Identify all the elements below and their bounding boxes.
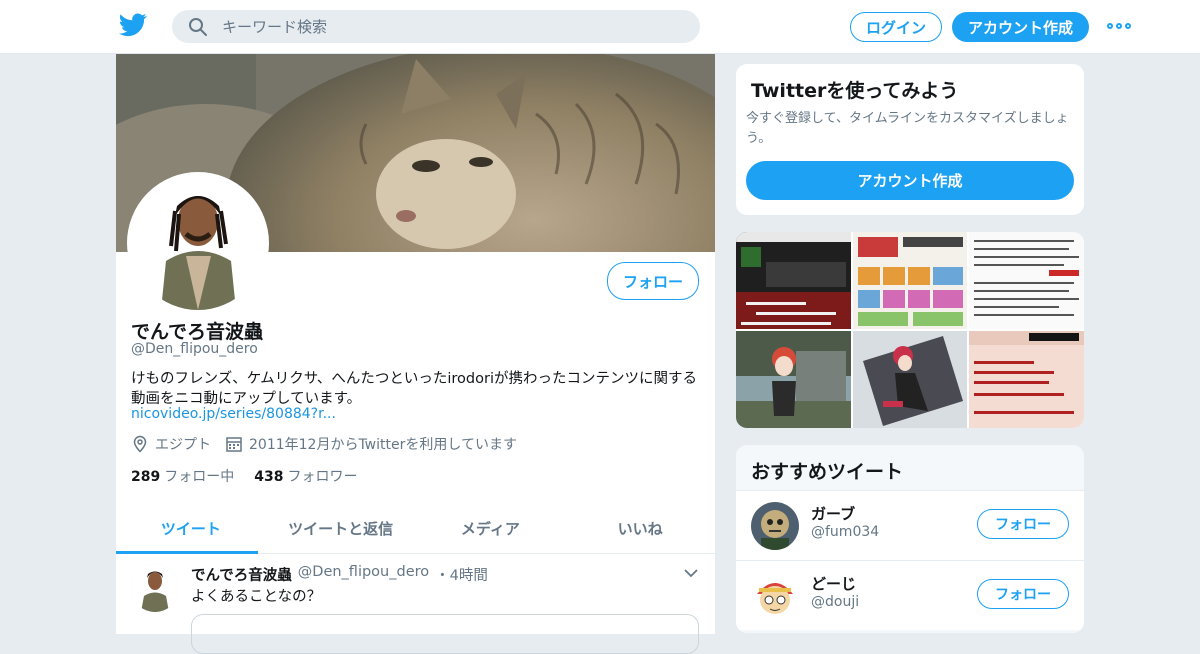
media-thumbnail[interactable] xyxy=(736,331,851,428)
signup-card-text: 今すぐ登録して、タイムラインをカスタマイズしましょう。 xyxy=(746,111,1069,146)
follow-button[interactable]: フォロー xyxy=(977,579,1069,609)
signup-card-title: Twitterを使ってみよう xyxy=(751,80,959,102)
tweet-time[interactable]: ・4時間 xyxy=(435,564,488,585)
tab-tweets[interactable]: ツイート xyxy=(116,504,266,554)
profile-handle: @Den_flipou_dero xyxy=(131,341,258,357)
tweet-text: よくあることなの？ xyxy=(191,589,322,605)
tweet-author-handle[interactable]: @Den_flipou_dero xyxy=(298,564,429,585)
calendar-icon xyxy=(226,437,242,452)
profile-tabs: ツイート ツイートと返信 メディア いいね xyxy=(116,504,715,554)
profile-stats: 289 フォロー中 438 フォロワー xyxy=(131,466,357,486)
login-button[interactable]: ログイン xyxy=(850,12,942,42)
profile-joined: 2011年12月からTwitterを利用しています xyxy=(249,437,517,453)
profile-link[interactable]: nicovideo.jp/series/80884?r... xyxy=(131,406,336,422)
tweet-item[interactable]: でんでろ音波蟲 @Den_flipou_dero ・4時間 よくあることなの？ xyxy=(116,554,715,654)
tweet-author-name[interactable]: でんでろ音波蟲 xyxy=(191,564,292,585)
media-thumbnail[interactable] xyxy=(969,232,1084,329)
tab-likes[interactable]: いいね xyxy=(565,504,715,553)
media-grid xyxy=(735,231,1085,429)
search-box[interactable] xyxy=(172,10,700,43)
recommended-title: おすすめツイート xyxy=(751,461,904,483)
recommended-tweets-card: おすすめツイート ガーブ @fum034 フォロー どーじ @douji フォロ… xyxy=(735,444,1085,634)
top-navigation-bar: ログイン アカウント作成 xyxy=(0,0,1200,54)
account-name[interactable]: ガーブ xyxy=(811,503,855,524)
twitter-bird-icon[interactable] xyxy=(119,13,147,37)
profile-meta: エジプト 2011年12月からTwitterを利用しています xyxy=(131,434,517,454)
search-icon xyxy=(189,18,207,36)
profile-avatar[interactable] xyxy=(127,172,269,314)
tweet-header: でんでろ音波蟲 @Den_flipou_dero ・4時間 xyxy=(191,564,488,585)
account-handle[interactable]: @douji xyxy=(811,594,859,610)
signup-card: Twitterを使ってみよう 今すぐ登録して、タイムラインをカスタマイズしましょ… xyxy=(735,63,1085,216)
followers-stat[interactable]: 438 フォロワー xyxy=(254,466,357,486)
account-avatar[interactable] xyxy=(751,502,799,550)
account-avatar[interactable] xyxy=(751,572,799,620)
tab-tweets-and-replies[interactable]: ツイートと返信 xyxy=(266,504,416,553)
search-input[interactable] xyxy=(222,10,682,43)
following-stat[interactable]: 289 フォロー中 xyxy=(131,466,234,486)
profile-bio: けものフレンズ、ケムリクサ、へんたつといったirodoriが携わったコンテンツに… xyxy=(131,371,697,407)
tweet-avatar[interactable] xyxy=(131,564,179,612)
account-name[interactable]: どーじ xyxy=(811,573,856,594)
media-thumbnail[interactable] xyxy=(969,331,1084,428)
media-thumbnail[interactable] xyxy=(852,232,968,329)
follow-button[interactable]: フォロー xyxy=(977,509,1069,539)
account-handle[interactable]: @fum034 xyxy=(811,524,879,540)
profile-column: フォロー でんでろ音波蟲 @Den_flipou_dero けものフレンズ、ケム… xyxy=(116,54,715,654)
follow-button[interactable]: フォロー xyxy=(607,262,699,300)
location-pin-icon xyxy=(133,435,147,453)
profile-name: でんでろ音波蟲 xyxy=(131,321,264,343)
media-thumbnail[interactable] xyxy=(852,331,968,428)
quoted-tweet[interactable] xyxy=(191,614,699,654)
signup-button[interactable]: アカウント作成 xyxy=(952,12,1089,42)
chevron-down-icon[interactable] xyxy=(684,568,698,578)
recommended-account[interactable]: ガーブ @fum034 フォロー xyxy=(736,490,1084,560)
profile-location: エジプト xyxy=(155,437,211,453)
recommended-account[interactable]: どーじ @douji フォロー xyxy=(736,560,1084,630)
signup-card-button[interactable]: アカウント作成 xyxy=(746,161,1074,200)
media-thumbnail[interactable] xyxy=(736,232,851,329)
more-dots-icon[interactable] xyxy=(1107,20,1131,32)
tab-media[interactable]: メディア xyxy=(416,504,566,553)
